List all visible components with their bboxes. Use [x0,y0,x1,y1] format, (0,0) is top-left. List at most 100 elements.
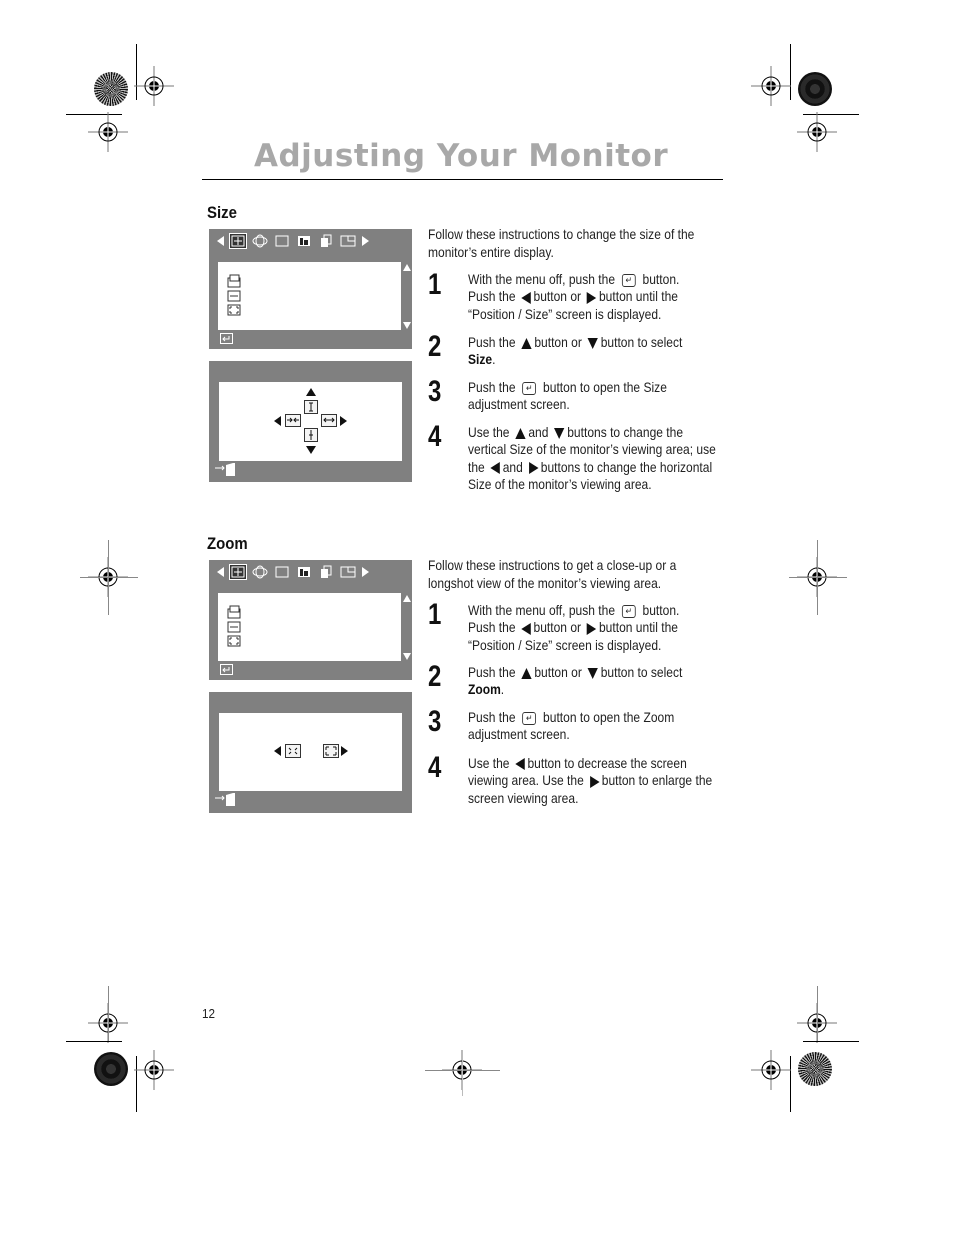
color-registration-icon [94,1052,128,1086]
zoom-icon [227,635,241,647]
scroll-up-icon [403,264,411,271]
copy-icon [318,234,334,248]
exit-icon [215,463,235,476]
osd-adjust-panel [219,713,402,791]
zoom-step-4: Use the button to decrease the screen vi… [468,755,713,806]
registration-mark-icon [134,1050,174,1090]
left-button-icon [521,291,531,304]
enter-button-icon: ↵ [621,273,636,287]
step-number: 2 [428,660,442,693]
enter-button-icon: ↵ [522,381,537,395]
window-icon [340,234,356,248]
zoom-step-3: Push the ↵ button to open the Zoom adjustm… [468,709,675,743]
size-step-3: Push the ↵ button to open the Size adjustm… [468,379,667,413]
registration-mark-icon [797,112,837,152]
scroll-down-icon [403,322,411,329]
section-heading-size: Size [207,203,237,222]
zoom-step-2: Push the button or button to select Zoom… [468,664,683,698]
left-button-icon [521,622,531,635]
exit-icon [215,793,235,806]
color-registration-icon [798,1052,832,1086]
position-icon [227,274,241,288]
zoom-intro: Follow these instructions to get a close… [428,557,677,591]
enter-button-icon: ↵ [621,604,636,618]
osd-size-adjust-screen [209,361,412,482]
horizontal-size-decrease-icon [285,414,301,427]
size-intro: Follow these instructions to change the … [428,226,695,260]
geometry-icon [252,565,268,579]
registration-mark-icon [134,66,174,106]
left-arrow-icon [217,567,224,577]
enter-button-icon: ↵ [522,711,537,725]
zoom-icon [227,304,241,316]
step-number: 3 [428,375,442,408]
step-number: 2 [428,330,442,363]
osd-menu-screen [209,560,412,680]
section-heading-zoom: Zoom [207,534,248,553]
right-button-icon [589,775,600,788]
screen-icon [274,565,290,579]
registration-mark-icon [751,66,791,106]
color-registration-icon [94,72,128,106]
osd-menu-panel [218,262,401,330]
size-icon [227,290,241,302]
geometry-icon [252,234,268,248]
zoom-out-icon [285,744,301,758]
page-number: 12 [202,1006,216,1021]
color-icon [296,565,312,579]
enter-icon [220,333,233,344]
scroll-up-icon [403,595,411,602]
down-button-icon [554,427,565,439]
zoom-in-icon [323,744,339,758]
right-button-icon [586,622,597,635]
osd-menu-panel [218,593,401,661]
right-arrow-icon [362,236,369,246]
left-button-icon [515,758,525,771]
down-button-icon [587,337,599,349]
osd-adjust-panel [219,382,402,461]
down-button-icon [587,667,599,679]
step-number: 1 [428,268,442,301]
size-step-1: With the menu off, push the ↵ button. Push… [468,271,680,322]
left-button-icon [490,461,501,474]
vertical-size-decrease-icon [304,428,318,442]
up-arrow-icon [306,388,316,396]
crop-line [462,1056,463,1096]
zoom-step-1: With the menu off, push the ↵ button. Push… [468,602,680,653]
up-button-icon [521,337,532,349]
size-step-4: Use the and buttons to change the vertic… [468,424,716,492]
up-button-icon [515,427,526,439]
screen-icon [274,234,290,248]
osd-menu-bar [217,233,369,249]
up-button-icon [521,667,532,679]
down-arrow-icon [306,446,316,454]
size-step-2: Push the button or button to select Size… [468,334,683,368]
copy-icon [318,565,334,579]
crop-line [108,986,109,1042]
osd-menu-bar [217,564,369,580]
left-arrow-icon [274,416,281,426]
right-arrow-icon [341,746,348,756]
left-arrow-icon [274,746,281,756]
step-number: 3 [428,705,442,738]
window-icon [340,565,356,579]
position-icon [227,605,241,619]
position-size-icon [229,233,247,249]
horizontal-size-increase-icon [321,414,337,427]
step-number: 4 [428,751,442,784]
left-arrow-icon [217,236,224,246]
enter-icon [220,664,233,675]
size-icon [227,621,241,633]
scroll-down-icon [403,653,411,660]
crop-line [789,577,847,578]
vertical-size-increase-icon [304,400,318,414]
color-icon [296,234,312,248]
registration-mark-icon [751,1050,791,1090]
right-arrow-icon [340,416,347,426]
registration-mark-icon [88,112,128,152]
page-title: Adjusting Your Monitor [254,138,669,174]
osd-menu-screen [209,229,412,349]
step-number: 4 [428,420,442,453]
right-arrow-icon [362,567,369,577]
crop-line [817,986,818,1042]
